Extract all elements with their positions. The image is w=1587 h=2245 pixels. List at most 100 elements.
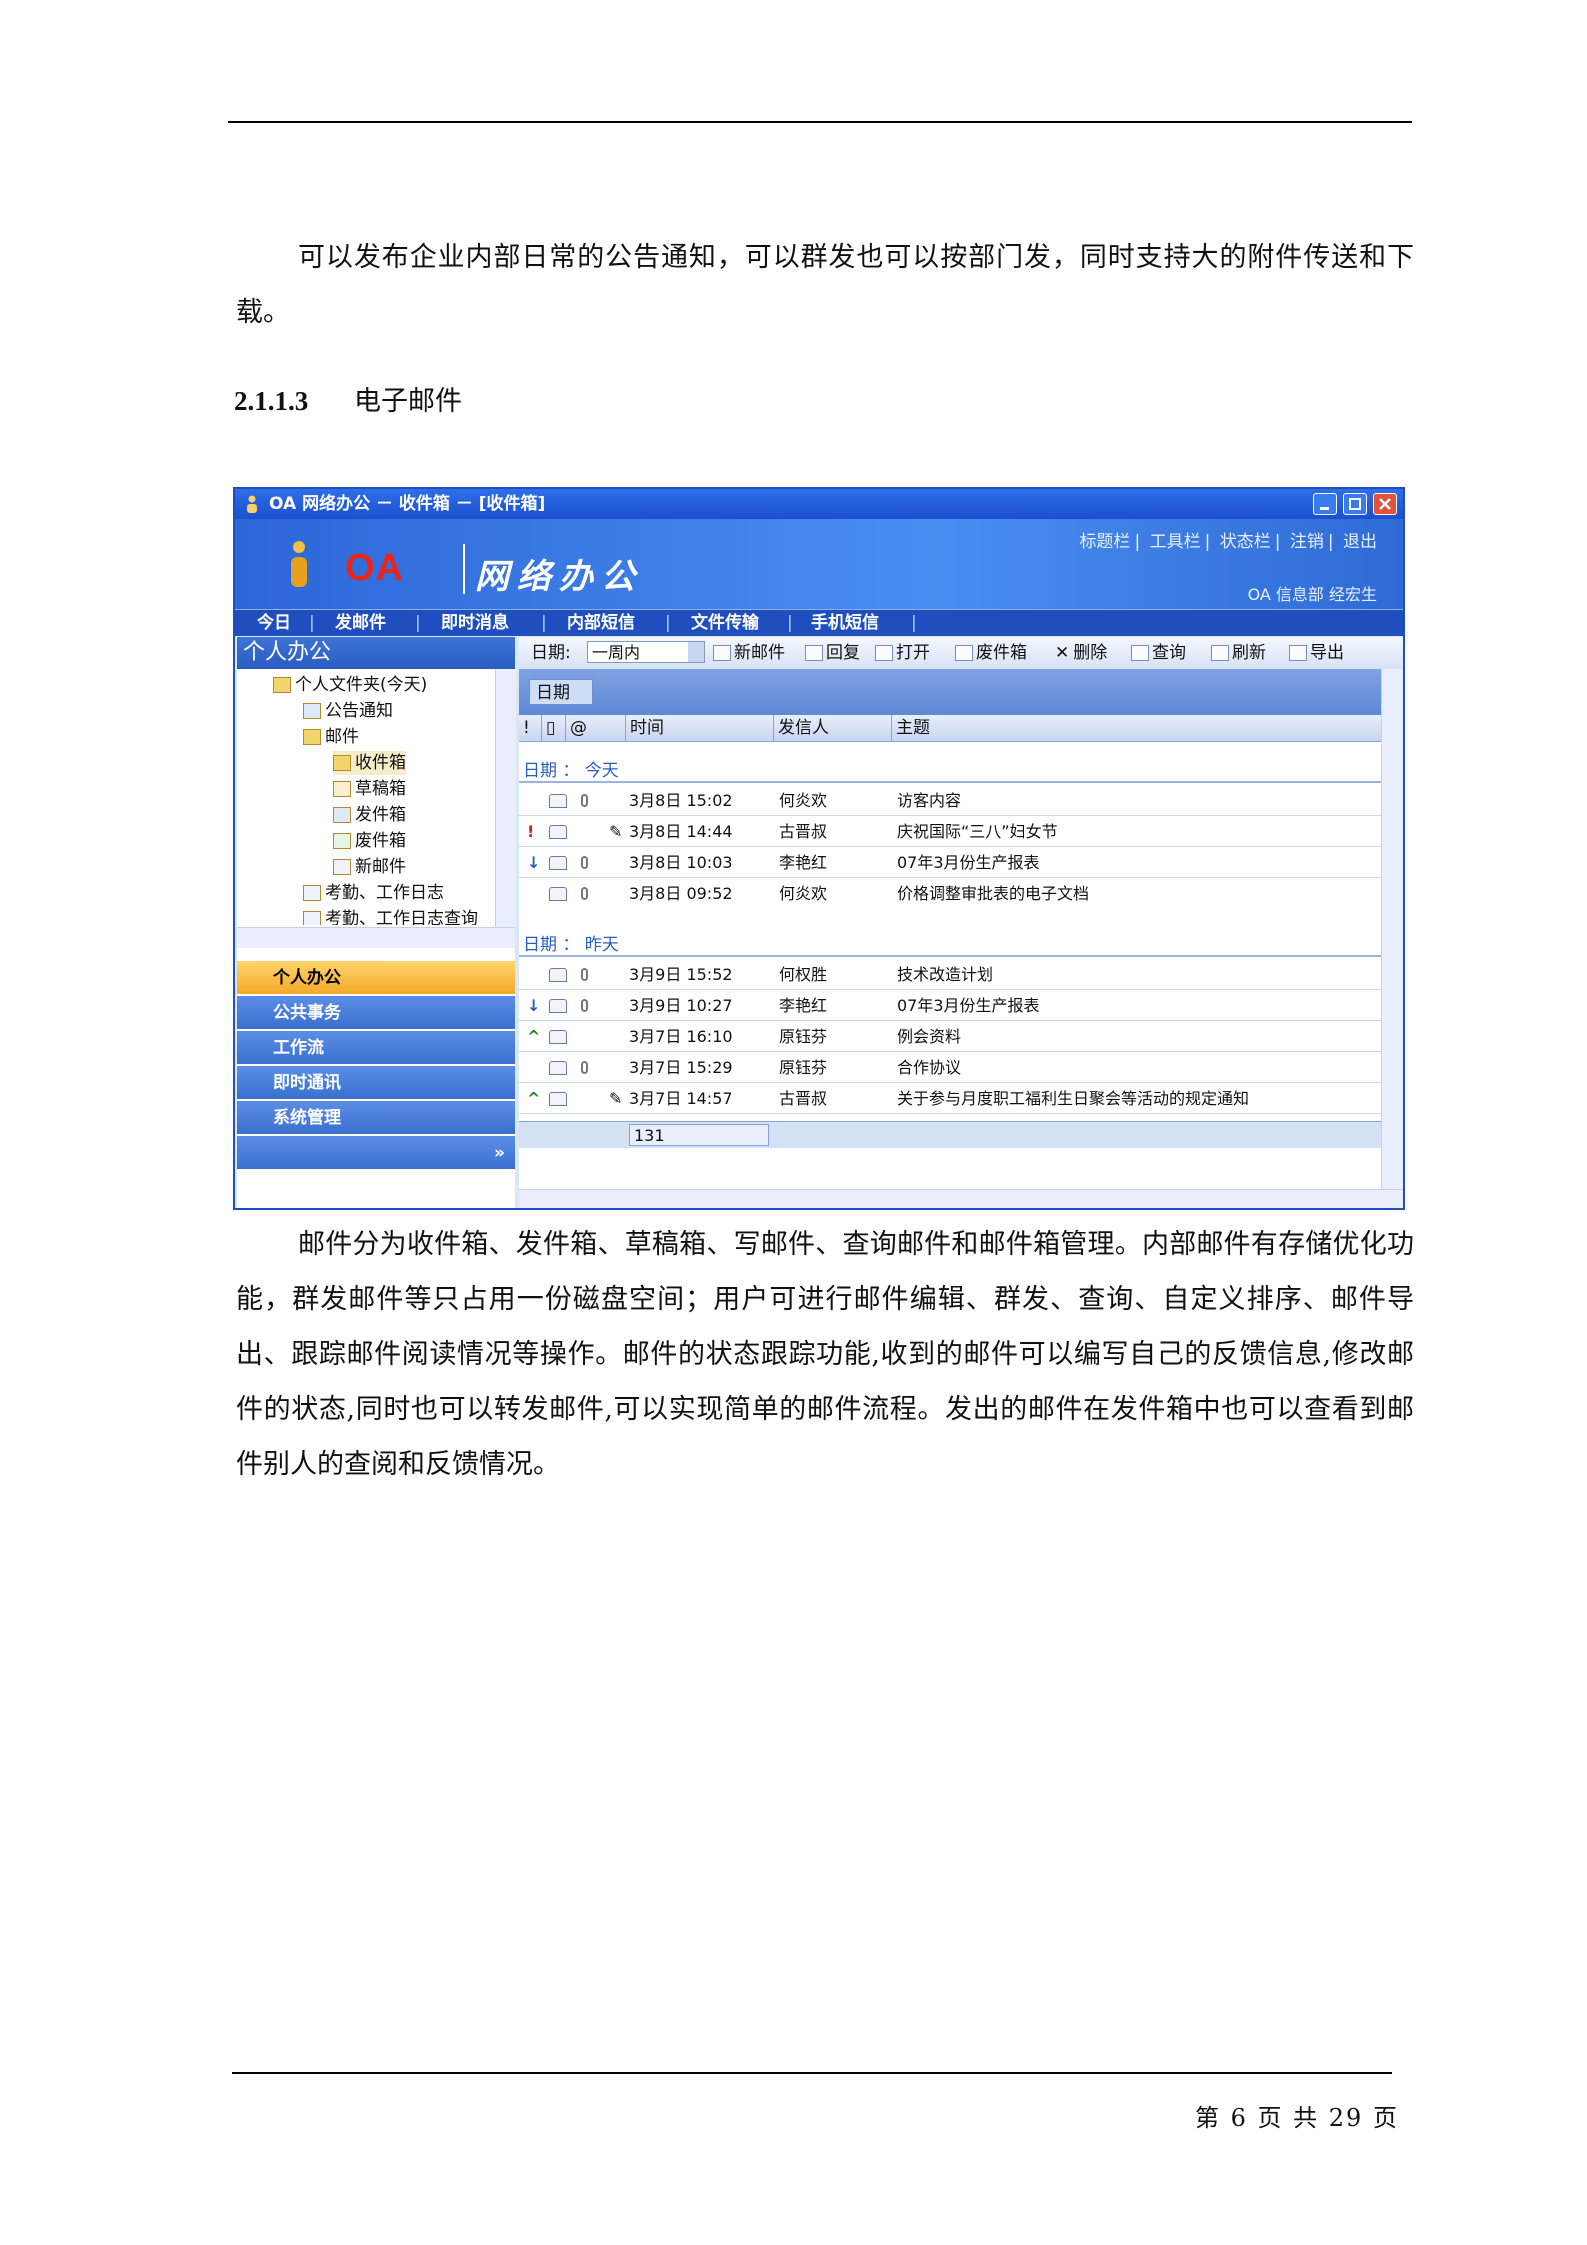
grid-horizontal-scrollbar[interactable] xyxy=(519,1189,1403,1208)
link-logout[interactable]: 注销 xyxy=(1290,532,1324,552)
mail-grid: 日期 ! ▯ @ 时间 发信人 主题 日期 ： 今天 3月8日 15:02 何炎欢… xyxy=(519,669,1381,1189)
tree-inbox[interactable]: 收件箱 xyxy=(333,751,406,775)
mail-description-paragraph: 邮件分为收件箱、发件箱、草稿箱、写邮件、查询邮件和邮件箱管理。内部邮件有存储优化… xyxy=(236,1229,1414,1480)
group-chip-date[interactable]: 日期 xyxy=(529,679,593,705)
envelope-icon xyxy=(549,1092,567,1106)
table-row[interactable]: ↓ 3月9日 10:27 李艳红 07年3月份生产报表 xyxy=(519,990,1381,1021)
group-today[interactable]: 日期 ： 今天 xyxy=(519,753,1381,783)
chevron-down-icon xyxy=(688,642,704,662)
close-button[interactable] xyxy=(1373,493,1397,515)
envelope-icon xyxy=(549,1030,567,1044)
table-row[interactable]: 3月9日 15:52 何权胜 技术改造计划 xyxy=(519,959,1381,990)
module-personal-office[interactable]: 个人办公 xyxy=(237,961,515,995)
count-bar: 131 xyxy=(519,1121,1381,1148)
user-info: OA 信息部 经宏生 xyxy=(1247,585,1377,604)
nav-instant-message[interactable]: 即时消息 xyxy=(441,610,509,636)
tree-horizontal-scrollbar[interactable] xyxy=(237,927,515,948)
user-icon xyxy=(247,495,257,513)
export-button[interactable]: 导出 xyxy=(1289,637,1344,669)
table-row[interactable]: 3月8日 09:52 何炎欢 价格调整审批表的电子文档 xyxy=(519,878,1381,909)
tree-attendance[interactable]: 考勤、工作日志 xyxy=(303,881,444,905)
view-links: 标题栏 | 工具栏 | 状态栏 | 注销 | 退出 xyxy=(1079,532,1377,552)
module-workflow[interactable]: 工作流 xyxy=(237,1031,515,1065)
edit-icon: ✎ xyxy=(609,822,623,841)
col-priority[interactable]: ! xyxy=(519,715,541,741)
envelope-icon xyxy=(549,825,567,839)
module-more[interactable]: » xyxy=(237,1136,515,1170)
new-mail-button[interactable]: 新邮件 xyxy=(713,637,785,669)
reply-flag-icon: ^ xyxy=(527,1089,541,1108)
delete-icon: ✕ xyxy=(1055,643,1070,663)
module-instant-comm[interactable]: 即时通讯 xyxy=(237,1066,515,1100)
tree-announcements[interactable]: 公告通知 xyxy=(303,699,393,723)
column-headers: ! ▯ @ 时间 发信人 主题 xyxy=(519,715,1381,742)
date-filter-label: 日期: xyxy=(531,643,571,663)
tree-sent[interactable]: 发件箱 xyxy=(333,803,406,827)
nav-today[interactable]: 今日 xyxy=(257,610,291,636)
delete-button[interactable]: ✕ 删除 xyxy=(1055,637,1107,669)
envelope-icon xyxy=(549,1061,567,1075)
mail-count: 131 xyxy=(629,1124,769,1146)
maximize-icon xyxy=(1349,498,1361,510)
refresh-button[interactable]: 刷新 xyxy=(1211,637,1266,669)
reply-button[interactable]: 回复 xyxy=(805,637,860,669)
export-icon xyxy=(1289,645,1307,661)
reply-flag-icon: ^ xyxy=(527,1027,541,1046)
nav-internal-sms[interactable]: 内部短信 xyxy=(567,610,635,636)
col-sender[interactable]: 发信人 xyxy=(773,715,896,741)
priority-low-icon: ↓ xyxy=(527,853,541,872)
tree-personal-folder[interactable]: 个人文件夹(今天) xyxy=(273,673,427,697)
mail-list-panel: 日期: 一周内 新邮件 回复 打开 废件箱 ✕ 删除 查询 刷新 导出 日期 ! … xyxy=(519,637,1403,1208)
trash-icon xyxy=(333,833,351,849)
attachment-icon xyxy=(581,999,588,1012)
table-row[interactable]: ↓ 3月8日 10:03 李艳红 07年3月份生产报表 xyxy=(519,847,1381,878)
section-title: 电子邮件 xyxy=(354,386,462,417)
priority-high-icon: ! xyxy=(527,822,535,841)
grid-vertical-scrollbar[interactable] xyxy=(1381,669,1403,1189)
table-row[interactable]: 3月8日 15:02 何炎欢 访客内容 xyxy=(519,785,1381,816)
trash-icon xyxy=(955,645,973,661)
new-mail-icon xyxy=(713,645,731,661)
calendar-icon xyxy=(303,885,321,901)
link-exit[interactable]: 退出 xyxy=(1343,532,1377,552)
nav-mobile-sms[interactable]: 手机短信 xyxy=(811,610,879,636)
tree-vertical-scrollbar[interactable] xyxy=(495,669,516,927)
date-filter-select[interactable]: 一周内 xyxy=(587,641,705,663)
table-row[interactable]: ! ✎ 3月8日 14:44 古晋叔 庆祝国际“三八”妇女节 xyxy=(519,816,1381,847)
tree-mail[interactable]: 邮件 xyxy=(303,725,359,749)
tree-trash[interactable]: 废件箱 xyxy=(333,829,406,853)
group-yesterday[interactable]: 日期 ： 昨天 xyxy=(519,927,1381,957)
envelope-icon xyxy=(549,794,567,808)
new-mail-icon xyxy=(333,859,351,875)
priority-low-icon: ↓ xyxy=(527,996,541,1015)
tree-attendance-query[interactable]: 考勤、工作日志查询 xyxy=(303,907,478,925)
col-attachment[interactable]: @ xyxy=(565,715,588,741)
link-titlebar[interactable]: 标题栏 xyxy=(1079,532,1130,552)
module-public-affairs[interactable]: 公共事务 xyxy=(237,996,515,1030)
module-system-admin[interactable]: 系统管理 xyxy=(237,1101,515,1135)
inbox-icon xyxy=(333,755,351,771)
table-row[interactable]: 3月7日 15:29 原钰芬 合作协议 xyxy=(519,1052,1381,1083)
trash-button[interactable]: 废件箱 xyxy=(955,637,1027,669)
nav-file-transfer[interactable]: 文件传输 xyxy=(691,610,759,636)
search-button[interactable]: 查询 xyxy=(1131,637,1186,669)
table-row[interactable]: ^ 3月7日 16:10 原钰芬 例会资料 xyxy=(519,1021,1381,1052)
table-row[interactable]: ^ ✎ 3月7日 14:57 古晋叔 关于参与月度职工福利生日聚会等活动的规定通知 xyxy=(519,1083,1381,1114)
left-panel: 个人办公 个人文件夹(今天) 公告通知 邮件 收件箱 草稿箱 发件箱 废件箱 新… xyxy=(237,637,516,1208)
link-statusbar[interactable]: 状态栏 xyxy=(1220,532,1271,552)
col-type[interactable]: ▯ xyxy=(541,715,566,741)
maximize-button[interactable] xyxy=(1343,493,1367,515)
col-time[interactable]: 时间 xyxy=(625,715,780,741)
link-toolbar[interactable]: 工具栏 xyxy=(1150,532,1201,552)
minimize-icon xyxy=(1320,507,1329,510)
tree-drafts[interactable]: 草稿箱 xyxy=(333,777,406,801)
page-footer: 第 6 页 共 29 页 xyxy=(1195,2104,1399,2132)
open-button[interactable]: 打开 xyxy=(875,637,930,669)
tree-new-mail[interactable]: 新邮件 xyxy=(333,855,406,879)
mail-toolbar: 日期: 一周内 新邮件 回复 打开 废件箱 ✕ 删除 查询 刷新 导出 xyxy=(519,637,1403,669)
main-nav: 今日 | 发邮件 | 即时消息 | 内部短信 | 文件传输 | 手机短信 | xyxy=(235,609,1403,636)
minimize-button[interactable] xyxy=(1313,493,1337,515)
nav-send-mail[interactable]: 发邮件 xyxy=(335,610,386,636)
oa-person-logo-icon xyxy=(291,541,307,587)
col-subject[interactable]: 主题 xyxy=(891,715,1376,741)
